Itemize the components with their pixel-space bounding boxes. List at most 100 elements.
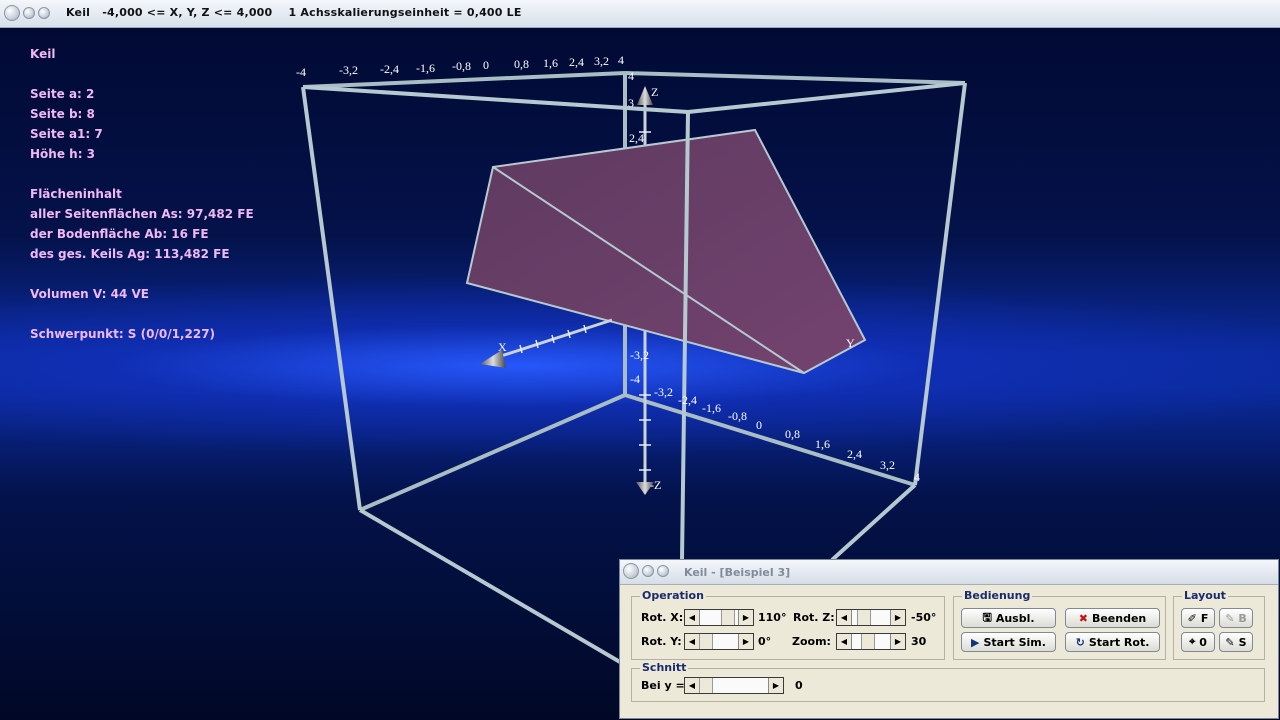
maximize-icon[interactable] — [38, 7, 50, 19]
right-arrow-icon[interactable]: ▶ — [768, 678, 783, 693]
tick-label: -4 — [296, 65, 306, 79]
tick-label: 0 — [756, 418, 762, 432]
axis-y-label: Y — [846, 336, 855, 350]
tick-label: -2,4 — [380, 62, 399, 76]
close-icon: ✖ — [1078, 611, 1088, 625]
cube-edge — [359, 393, 626, 512]
rot-z-label: Rot. Z: — [793, 611, 835, 624]
height-h: Höhe h: 3 — [30, 147, 96, 161]
tick-label: 2,4 — [847, 447, 862, 461]
left-arrow-icon[interactable]: ◀ — [685, 634, 700, 649]
slider-thumb[interactable] — [857, 610, 871, 625]
tick-label: 2,4 — [629, 131, 644, 145]
system-menu-icon[interactable] — [4, 5, 20, 21]
beenden-button[interactable]: ✖ Beenden — [1065, 608, 1160, 628]
rot-z-slider[interactable]: ◀ ▶ — [836, 609, 906, 626]
wedge-face — [465, 128, 867, 375]
centroid: Schwerpunkt: S (0/0/1,227) — [30, 327, 216, 341]
tick-label: 3,2 — [594, 54, 609, 68]
slider-thumb[interactable] — [721, 610, 735, 625]
slider-thumb[interactable] — [699, 678, 713, 693]
right-arrow-icon[interactable]: ▶ — [890, 610, 905, 625]
tick-label: 0,8 — [514, 57, 529, 71]
tick-label: 4 — [618, 53, 624, 67]
layout-group-label: Layout — [1182, 589, 1228, 602]
rot-x-slider[interactable]: ◀ ▶ — [684, 609, 754, 626]
bedienung-group: Bedienung 🖫 Ausbl. ✖ Beenden ▶ Start Sim… — [953, 589, 1166, 660]
tick-label: -0,8 — [728, 409, 747, 423]
left-arrow-icon[interactable]: ◀ — [685, 678, 700, 693]
rot-x-label: Rot. X: — [641, 611, 684, 624]
panel-window-controls — [623, 563, 669, 579]
ausbl-button[interactable]: 🖫 Ausbl. — [961, 608, 1056, 628]
tick-label: 0 — [483, 58, 489, 72]
side-a1: Seite a1: 7 — [30, 127, 103, 141]
right-arrow-icon[interactable]: ▶ — [738, 634, 753, 649]
zoom-label: Zoom: — [792, 635, 831, 648]
panel-minimize-icon[interactable] — [642, 565, 654, 577]
layout-b-button[interactable]: ✎ B — [1219, 608, 1253, 628]
tick-label: 1,6 — [543, 56, 558, 70]
cube-edge — [358, 508, 622, 664]
right-arrow-icon[interactable]: ▶ — [890, 634, 905, 649]
start-rot-button[interactable]: ↻ Start Rot. — [1065, 632, 1160, 652]
area-sides: aller Seitenflächen As: 97,482 FE — [30, 207, 254, 221]
schnitt-y-slider[interactable]: ◀ ▶ — [684, 677, 784, 694]
play-icon: ▶ — [971, 635, 980, 649]
panel-title-bar: Keil - [Beispiel 3] — [620, 560, 1278, 585]
layout-f-label: F — [1200, 611, 1209, 625]
tick-label: 1,6 — [815, 437, 830, 451]
operation-group-label: Operation — [640, 589, 706, 602]
zoom-slider[interactable]: ◀ ▶ — [836, 633, 906, 650]
tick-label: 4 — [628, 69, 634, 83]
tick-label: 3,2 — [880, 458, 895, 472]
layout-s-label: S — [1238, 635, 1247, 649]
layout-s-button[interactable]: ✎ S — [1219, 632, 1253, 652]
panel-title: Keil - [Beispiel 3] — [684, 566, 791, 579]
area-base: der Bodenfläche Ab: 16 FE — [30, 227, 209, 241]
start-sim-button-label: Start Sim. — [983, 635, 1046, 649]
layout-group: Layout ✐ F ✎ B ⌖ 0 ✎ S — [1173, 589, 1265, 660]
area-total: des ges. Keils Ag: 113,482 FE — [30, 247, 230, 261]
operation-group: Operation Rot. X: ◀ ▶ 110° Rot. Z: ◀ ▶ -… — [631, 589, 945, 660]
left-arrow-icon[interactable]: ◀ — [837, 634, 852, 649]
left-arrow-icon[interactable]: ◀ — [837, 610, 852, 625]
schnitt-group: Schnitt Bei y = ◀ ▶ 0 — [631, 661, 1265, 702]
slider-thumb[interactable] — [699, 634, 713, 649]
window-controls — [4, 5, 50, 21]
left-arrow-icon[interactable]: ◀ — [685, 610, 700, 625]
tick-label: -0,8 — [452, 59, 471, 73]
layout-f-button[interactable]: ✐ F — [1181, 608, 1215, 628]
rot-y-label: Rot. Y: — [641, 635, 682, 648]
cube-edge — [687, 81, 966, 114]
panel-system-menu-icon[interactable] — [623, 563, 639, 579]
axis-z-label: Z — [651, 85, 658, 99]
side-a: Seite a: 2 — [30, 87, 95, 101]
layout-o-label: 0 — [1199, 635, 1207, 649]
tick-label: 4 — [914, 470, 920, 484]
panel-maximize-icon[interactable] — [657, 565, 669, 577]
start-sim-button[interactable]: ▶ Start Sim. — [961, 632, 1056, 652]
schnitt-y-label: Bei y = — [641, 679, 685, 692]
zoom-value: 30 — [911, 635, 927, 648]
shape-heading: Keil — [30, 47, 56, 61]
tick-label: -4 — [630, 372, 640, 386]
cube-edge — [624, 71, 966, 85]
schnitt-group-label: Schnitt — [640, 661, 689, 674]
volume: Volumen V: 44 VE — [30, 287, 149, 301]
right-arrow-icon[interactable]: ▶ — [738, 610, 753, 625]
tick-label: -1,6 — [702, 401, 721, 415]
bedienung-group-label: Bedienung — [962, 589, 1033, 602]
cube-edge — [830, 483, 917, 562]
slider-thumb[interactable] — [861, 634, 875, 649]
layout-o-button[interactable]: ⌖ 0 — [1181, 632, 1215, 652]
tick-label: 0,8 — [785, 427, 800, 441]
rot-y-slider[interactable]: ◀ ▶ — [684, 633, 754, 650]
start-rot-button-label: Start Rot. — [1088, 635, 1150, 649]
hide-icon: 🖫 — [982, 610, 992, 624]
tick-label: 2,4 — [569, 55, 584, 69]
info-panel: Keil Seite a: 2 Seite b: 8 Seite a1: 7 H… — [30, 44, 254, 344]
tick-label: 3 — [628, 96, 634, 110]
fill-icon: ✐ — [1187, 611, 1197, 625]
minimize-icon[interactable] — [23, 7, 35, 19]
